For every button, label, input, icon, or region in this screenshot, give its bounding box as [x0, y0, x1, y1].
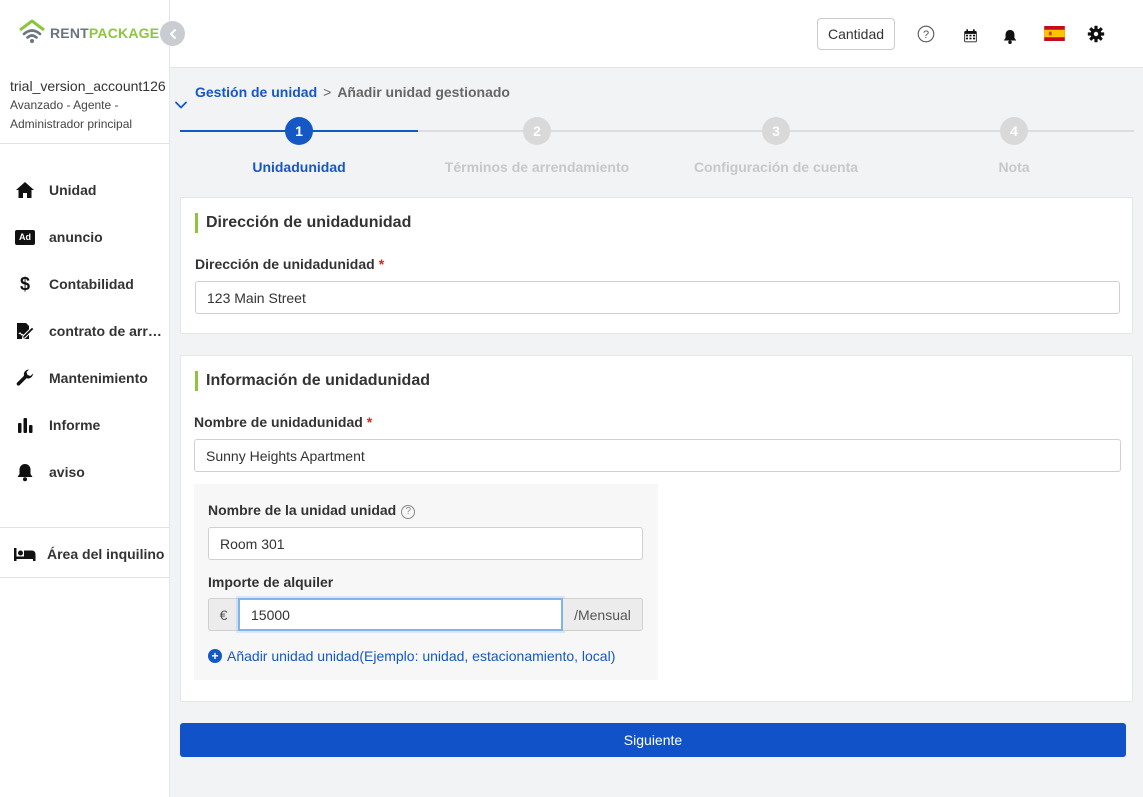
- rent-amount-label: Importe de alquiler: [208, 574, 334, 590]
- required-mark: *: [378, 256, 385, 272]
- sidebar-item-label: Área del inquilino: [47, 546, 165, 562]
- breadcrumb: Gestión de unidad > Añadir unidad gestiona…: [195, 84, 510, 100]
- wrench-icon: [14, 367, 36, 389]
- logo-text: RENTPACKAGE: [50, 25, 160, 41]
- address-field-label: Dirección de unidadunidad *: [195, 256, 385, 272]
- step-3-label: Configuración de cuenta: [693, 159, 859, 175]
- account-role-line1: Avanzado - Agente -: [10, 98, 119, 112]
- sidebar-item-label: Unidad: [49, 182, 97, 198]
- breadcrumb-current: Añadir unidad gestionado: [337, 84, 510, 100]
- sidebar-item-tenant-area[interactable]: Área del inquilino: [0, 534, 170, 574]
- sidebar-item-label: anuncio: [49, 229, 103, 245]
- collapse-sidebar-button[interactable]: [160, 21, 185, 46]
- unit-info-card-title: Información de unidadunidad: [195, 371, 430, 391]
- topbar: Cantidad ?: [170, 0, 1143, 68]
- chevron-left-icon: [167, 28, 179, 40]
- period-addon: /Mensual: [563, 598, 643, 631]
- step-4-label: Nota: [998, 159, 1030, 175]
- account-name: trial_version_account126: [10, 78, 166, 94]
- dollar-icon: $: [14, 273, 36, 295]
- sub-unit-panel: Nombre de la unidad unidad? Importe de a…: [194, 484, 658, 680]
- bell-icon: [14, 461, 36, 483]
- sidebar-divider: [0, 143, 170, 144]
- sidebar-item-label: aviso: [49, 464, 85, 480]
- sidebar: RENTPACKAGE trial_version_account126 Ava…: [0, 0, 170, 797]
- unit-name-input[interactable]: [194, 439, 1121, 472]
- next-button[interactable]: Siguiente: [180, 723, 1126, 757]
- unit-name-label: Nombre de unidadunidad *: [194, 414, 373, 430]
- sidebar-item-label: Mantenimiento: [49, 370, 148, 386]
- step-1-circle[interactable]: 1: [285, 117, 313, 145]
- address-input[interactable]: [195, 281, 1120, 314]
- sidebar-item-aviso[interactable]: aviso: [0, 452, 170, 492]
- step-2-circle[interactable]: 2: [523, 117, 551, 145]
- sidebar-item-mantenimiento[interactable]: Mantenimiento: [0, 358, 170, 398]
- svg-text:?: ?: [923, 29, 929, 41]
- step-4-circle[interactable]: 4: [1000, 117, 1028, 145]
- step-1-label: Unidadunidad: [252, 159, 346, 175]
- sidebar-item-contabilidad[interactable]: $ Contabilidad: [0, 264, 170, 304]
- account-dropdown-chevron-icon[interactable]: [174, 98, 188, 112]
- step-3-circle[interactable]: 3: [762, 117, 790, 145]
- logo[interactable]: RENTPACKAGE: [18, 18, 159, 48]
- bed-icon: [12, 543, 38, 565]
- question-circle-icon[interactable]: ?: [401, 504, 416, 519]
- sidebar-divider: [0, 527, 170, 528]
- currency-addon: €: [208, 598, 238, 631]
- breadcrumb-parent-link[interactable]: Gestión de unidad: [195, 84, 317, 100]
- home-icon: [14, 179, 36, 201]
- sidebar-divider: [0, 577, 170, 578]
- sidebar-item-label: Contabilidad: [49, 276, 134, 292]
- sidebar-item-label: contrato de arrendamiento: [49, 323, 167, 339]
- sidebar-item-unidad[interactable]: Unidad: [0, 170, 170, 210]
- help-icon[interactable]: ?: [916, 24, 936, 44]
- account-info: trial_version_account126 Avanzado - Agen…: [10, 78, 166, 134]
- gear-icon[interactable]: [1086, 24, 1106, 44]
- calendar-icon[interactable]: [960, 26, 980, 46]
- contract-icon: [14, 320, 36, 342]
- wifi-house-logo-icon: [18, 17, 46, 50]
- breadcrumb-separator: >: [323, 84, 332, 100]
- sub-unit-name-label: Nombre de la unidad unidad?: [208, 502, 416, 519]
- unit-info-card: Información de unidadunidad Nombre de un…: [180, 355, 1133, 702]
- step-2-label: Términos de arrendamiento: [444, 159, 630, 175]
- sidebar-item-contrato[interactable]: contrato de arrendamiento: [0, 311, 170, 351]
- quantity-button[interactable]: Cantidad: [817, 18, 895, 50]
- bar-chart-icon: [14, 414, 36, 436]
- spain-flag-icon[interactable]: [1043, 25, 1065, 42]
- plus-circle-icon: +: [208, 649, 222, 663]
- rent-amount-input[interactable]: [238, 598, 563, 631]
- sidebar-item-informe[interactable]: Informe: [0, 405, 170, 445]
- account-role-line2: Administrador principal: [10, 117, 133, 131]
- sidebar-item-label: Informe: [49, 417, 101, 433]
- sidebar-item-anuncio[interactable]: Ad anuncio: [0, 217, 170, 257]
- required-mark: *: [366, 414, 373, 430]
- ad-icon: Ad: [14, 226, 36, 248]
- add-sub-unit-label: Añadir unidad unidad(Ejemplo: unidad, es…: [227, 648, 616, 664]
- address-card: Dirección de unidadunidad Dirección de u…: [180, 197, 1133, 334]
- add-sub-unit-link[interactable]: + Añadir unidad unidad(Ejemplo: unidad, …: [208, 648, 615, 664]
- address-card-title: Dirección de unidadunidad: [195, 213, 411, 233]
- bell-icon[interactable]: [1000, 26, 1020, 46]
- sub-unit-name-input[interactable]: [208, 527, 643, 560]
- svg-text:$: $: [20, 274, 30, 294]
